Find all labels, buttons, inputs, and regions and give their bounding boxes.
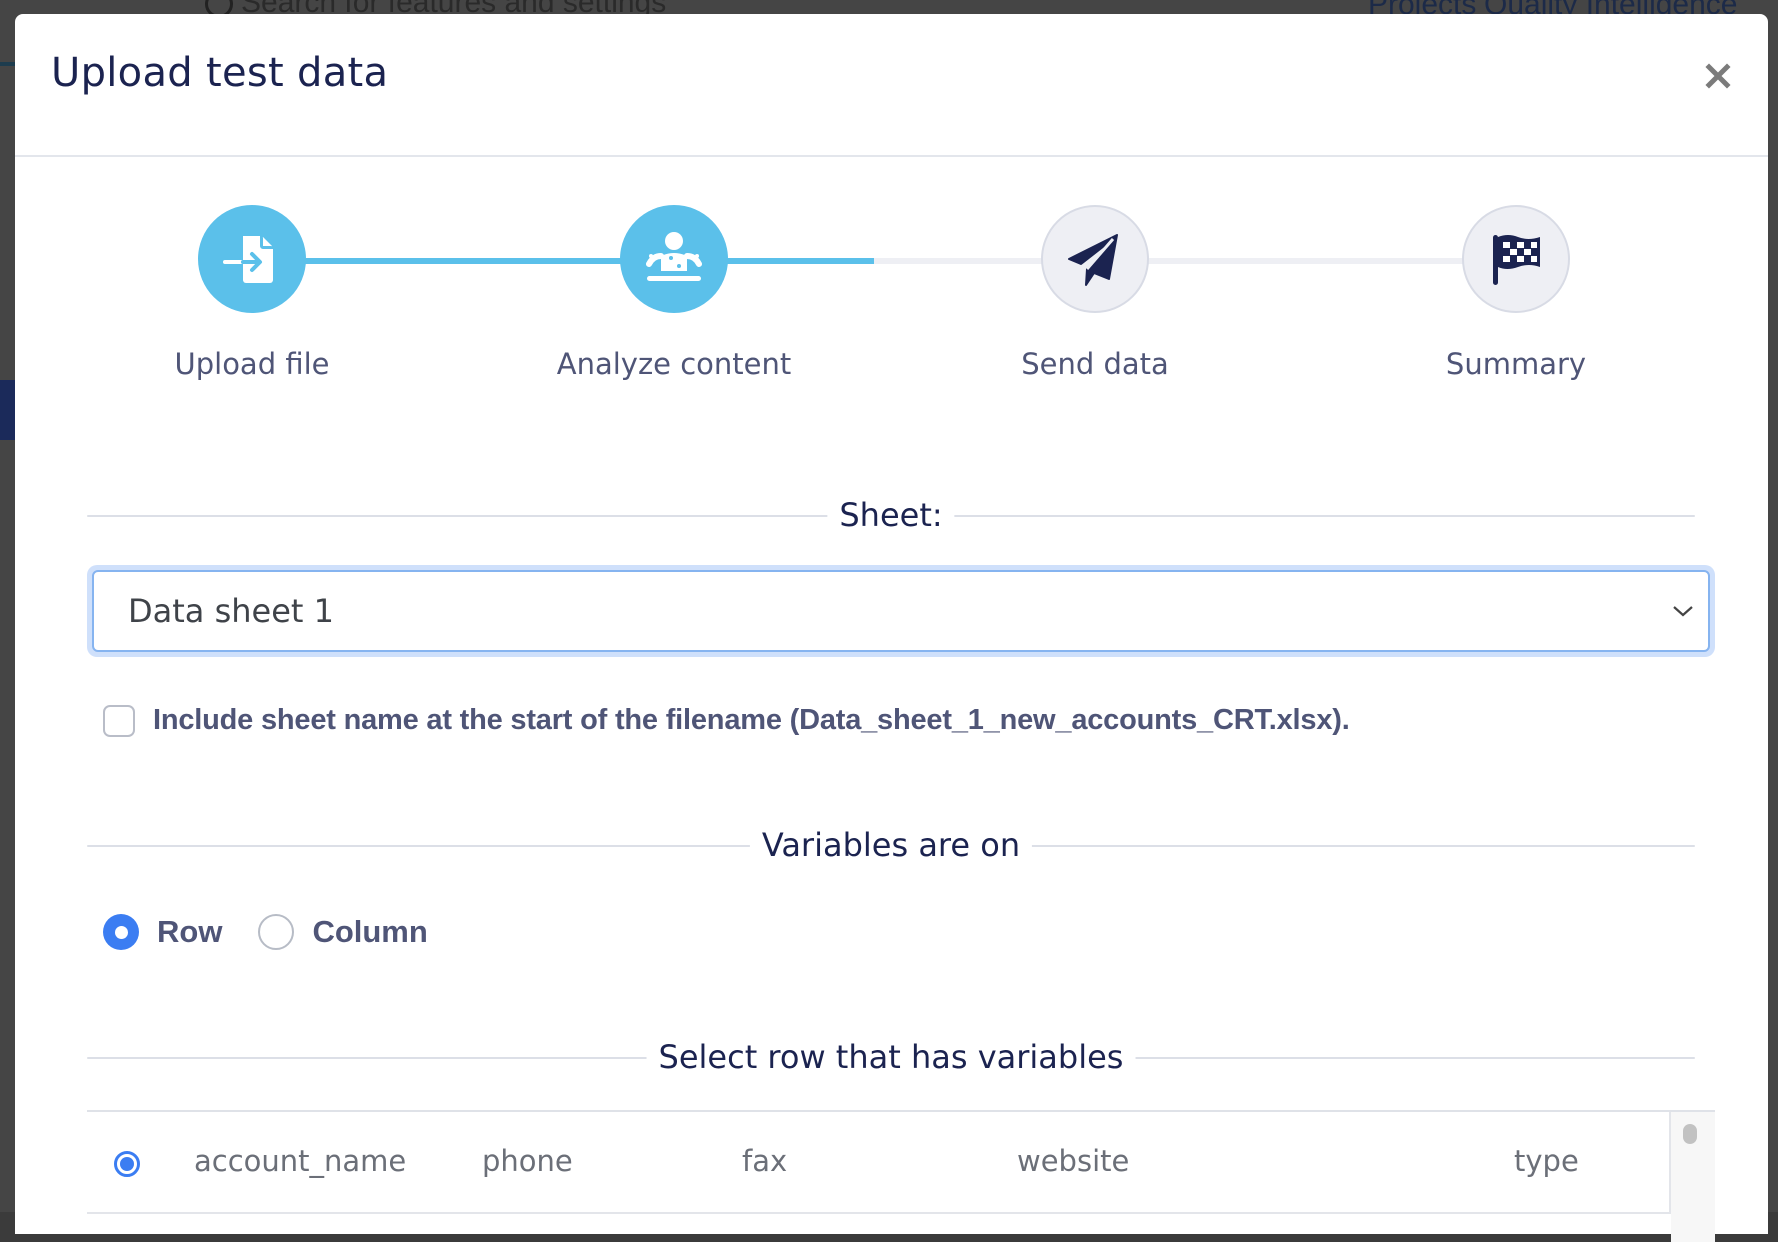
variable-row-table: account_name phone fax website type xyxy=(87,1110,1715,1242)
close-icon xyxy=(1705,63,1731,89)
step-label: Analyze content xyxy=(556,347,792,381)
step-analyze-content: Analyze content xyxy=(554,205,794,381)
step-circle xyxy=(620,205,728,313)
include-sheet-name-checkbox[interactable] xyxy=(103,704,135,737)
variables-orientation-group: Row Column xyxy=(103,914,464,950)
sheet-select-value: Data sheet 1 xyxy=(128,592,334,630)
variables-section-header: Variables are on xyxy=(87,825,1695,865)
table-cell: account_name xyxy=(194,1144,407,1178)
chevron-down-icon xyxy=(1673,606,1693,617)
table-row[interactable]: account_name phone fax website type xyxy=(87,1112,1671,1214)
row-radio-label[interactable]: Row xyxy=(157,914,222,950)
background-divider xyxy=(0,62,15,66)
progress-stepper: Upload file Analyze content Send data Su… xyxy=(15,155,1768,415)
column-radio-label[interactable]: Column xyxy=(312,914,427,950)
step-label: Upload file xyxy=(174,347,330,381)
row-select-radio[interactable] xyxy=(114,1151,140,1177)
variables-heading: Variables are on xyxy=(749,825,1033,865)
sheet-section-header: Sheet: xyxy=(87,495,1695,535)
sheet-heading: Sheet: xyxy=(827,495,955,535)
table-cell: fax xyxy=(742,1144,788,1178)
step-circle xyxy=(198,205,306,313)
scrollbar-thumb[interactable] xyxy=(1683,1124,1697,1144)
sheet-select-focus-ring: Data sheet 1 xyxy=(87,565,1715,657)
modal-title: Upload test data xyxy=(51,50,389,96)
background-highlight xyxy=(0,380,15,440)
modal-header: Upload test data xyxy=(15,14,1768,157)
step-summary: Summary xyxy=(1396,205,1636,381)
include-sheet-name-option: Include sheet name at the start of the f… xyxy=(103,704,1350,737)
step-label: Summary xyxy=(1445,347,1587,381)
row-radio[interactable] xyxy=(103,914,139,950)
row-select-section-header: Select row that has variables xyxy=(87,1037,1695,1077)
table-cell: website xyxy=(1017,1144,1130,1178)
sheet-select[interactable]: Data sheet 1 xyxy=(92,570,1710,652)
paper-plane-icon xyxy=(1068,234,1118,286)
row-select-heading: Select row that has variables xyxy=(646,1037,1136,1077)
step-send-data: Send data xyxy=(975,205,1215,381)
step-label: Send data xyxy=(1021,347,1169,381)
upload-test-data-modal: Upload test data Upload file Analyze con… xyxy=(15,14,1768,1242)
step-circle xyxy=(1041,205,1149,313)
close-button[interactable] xyxy=(1698,56,1738,96)
step-upload-file: Upload file xyxy=(132,205,372,381)
checkered-flag-icon xyxy=(1493,235,1540,285)
column-radio[interactable] xyxy=(258,914,295,950)
table-scrollbar[interactable] xyxy=(1671,1112,1715,1242)
analyze-person-icon xyxy=(646,232,702,281)
step-circle xyxy=(1462,205,1570,313)
table-cell: phone xyxy=(482,1144,573,1178)
file-import-icon xyxy=(223,236,273,283)
include-sheet-name-label[interactable]: Include sheet name at the start of the f… xyxy=(153,704,1350,737)
table-cell: type xyxy=(1514,1144,1579,1178)
